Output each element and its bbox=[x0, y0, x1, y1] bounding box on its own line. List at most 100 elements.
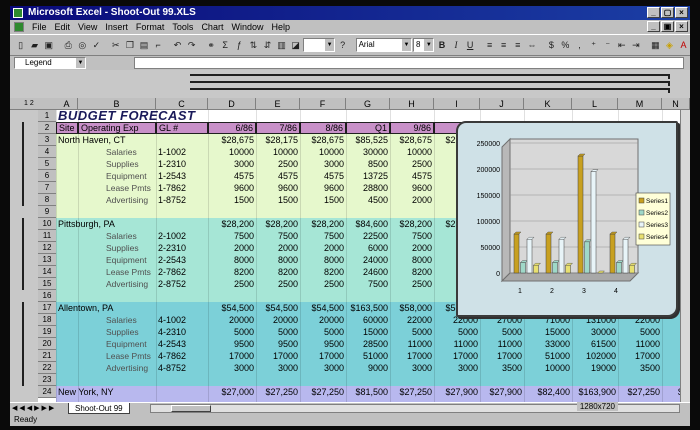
font-size-combo[interactable]: 8 ▼ bbox=[412, 38, 435, 52]
total-cell[interactable]: $54,500 bbox=[208, 302, 256, 314]
autosum-icon[interactable]: Σ bbox=[219, 38, 232, 53]
total-cell[interactable]: $28,200 bbox=[208, 218, 256, 230]
value-cell[interactable]: 60000 bbox=[346, 314, 390, 326]
gl-cell[interactable]: 1-8752 bbox=[156, 194, 208, 206]
column-header[interactable]: F bbox=[300, 98, 346, 110]
spelling-icon[interactable]: ✓ bbox=[90, 38, 103, 53]
column-header[interactable]: K bbox=[524, 98, 572, 110]
column-header[interactable]: A bbox=[56, 98, 78, 110]
decrease-decimal-icon[interactable]: ⁻ bbox=[601, 38, 614, 53]
value-cell[interactable]: 22000 bbox=[390, 314, 434, 326]
expense-label[interactable]: Supplies bbox=[78, 326, 156, 338]
value-cell[interactable]: 17000 bbox=[390, 350, 434, 362]
print-preview-icon[interactable]: ◎ bbox=[76, 38, 89, 53]
align-left-icon[interactable]: ≡ bbox=[483, 38, 496, 53]
expense-label[interactable]: Advertising bbox=[78, 278, 156, 290]
value-cell[interactable]: 8000 bbox=[208, 254, 256, 266]
value-cell[interactable]: 5000 bbox=[256, 326, 300, 338]
font-name-combo[interactable]: Arial ▼ bbox=[355, 38, 412, 52]
gl-cell[interactable]: 1-7862 bbox=[156, 182, 208, 194]
value-cell[interactable]: 10000 bbox=[300, 146, 346, 158]
total-cell[interactable]: $28,175 bbox=[256, 134, 300, 146]
expense-label[interactable]: Supplies bbox=[78, 242, 156, 254]
value-cell[interactable]: 17000 bbox=[434, 350, 480, 362]
menu-insert[interactable]: Insert bbox=[101, 20, 132, 34]
value-cell[interactable]: 8000 bbox=[300, 254, 346, 266]
undo-icon[interactable]: ↶ bbox=[171, 38, 184, 53]
value-cell[interactable]: 15000 bbox=[346, 326, 390, 338]
sheet-nav-arrows[interactable]: ◀◀◀▶▶▶ bbox=[12, 404, 56, 412]
value-cell[interactable]: 20000 bbox=[256, 314, 300, 326]
column-header[interactable]: D bbox=[208, 98, 256, 110]
total-cell[interactable]: $85,525 bbox=[346, 134, 390, 146]
doc-restore-button[interactable]: ▣ bbox=[661, 21, 674, 32]
value-cell[interactable]: 11000 bbox=[390, 338, 434, 350]
doc-minimize-button[interactable]: _ bbox=[647, 21, 660, 32]
header-cell[interactable]: 7/86 bbox=[256, 122, 300, 134]
header-cell[interactable]: 8/86 bbox=[300, 122, 346, 134]
value-cell[interactable]: 13725 bbox=[346, 170, 390, 182]
row-header[interactable]: 22 bbox=[38, 362, 56, 374]
column-header[interactable]: I bbox=[434, 98, 480, 110]
value-cell[interactable]: 9500 bbox=[300, 338, 346, 350]
value-cell[interactable]: 8500 bbox=[346, 158, 390, 170]
total-cell[interactable]: $28,675 bbox=[208, 134, 256, 146]
increase-indent-icon[interactable]: ⇥ bbox=[629, 38, 642, 53]
total-cell[interactable]: $27,900 bbox=[480, 386, 524, 398]
menu-tools[interactable]: Tools bbox=[168, 20, 197, 34]
value-cell[interactable]: 3500 bbox=[480, 362, 524, 374]
formula-input[interactable] bbox=[134, 57, 684, 69]
menu-view[interactable]: View bbox=[74, 20, 101, 34]
format-painter-icon[interactable]: ⌐ bbox=[152, 38, 165, 53]
value-cell[interactable]: 3500 bbox=[618, 362, 662, 374]
row-header[interactable]: 1 bbox=[38, 110, 56, 122]
value-cell[interactable]: 7500 bbox=[208, 230, 256, 242]
header-cell[interactable]: Site bbox=[56, 122, 78, 134]
expense-label[interactable]: Equipment bbox=[78, 338, 156, 350]
row-header[interactable]: 15 bbox=[38, 278, 56, 290]
value-cell[interactable]: 2000 bbox=[390, 242, 434, 254]
column-header[interactable]: N bbox=[662, 98, 690, 110]
value-cell[interactable]: 3000 bbox=[390, 362, 434, 374]
row-header[interactable]: 23 bbox=[38, 374, 56, 386]
expense-label[interactable]: Salaries bbox=[78, 230, 156, 242]
column-header[interactable]: B bbox=[78, 98, 156, 110]
value-cell[interactable]: 17000 bbox=[618, 350, 662, 362]
drawing-icon[interactable]: ◪ bbox=[289, 38, 302, 53]
value-cell[interactable]: 1500 bbox=[300, 194, 346, 206]
total-cell[interactable]: $27,250 bbox=[300, 386, 346, 398]
column-header[interactable]: E bbox=[256, 98, 300, 110]
chart-wizard-icon[interactable]: ▥ bbox=[275, 38, 288, 53]
value-cell[interactable]: 17000 bbox=[480, 350, 524, 362]
percent-icon[interactable]: % bbox=[559, 38, 572, 53]
row-header[interactable]: 13 bbox=[38, 254, 56, 266]
value-cell[interactable]: 8000 bbox=[256, 254, 300, 266]
decrease-indent-icon[interactable]: ⇤ bbox=[615, 38, 628, 53]
value-cell[interactable]: 10000 bbox=[256, 146, 300, 158]
value-cell[interactable]: 10000 bbox=[390, 146, 434, 158]
embedded-chart[interactable]: 0 50000 100000 150000 200000 250000 1 2 3 4 Series… bbox=[456, 121, 678, 317]
gl-cell[interactable]: 2-7862 bbox=[156, 266, 208, 278]
value-cell[interactable]: 5000 bbox=[208, 326, 256, 338]
borders-icon[interactable]: ▦ bbox=[649, 38, 662, 53]
value-cell[interactable]: 7500 bbox=[300, 230, 346, 242]
value-cell[interactable]: 9500 bbox=[208, 338, 256, 350]
value-cell[interactable]: 2500 bbox=[256, 278, 300, 290]
expense-label[interactable]: Salaries bbox=[78, 314, 156, 326]
value-cell[interactable]: 9600 bbox=[256, 182, 300, 194]
sheet-title[interactable]: BUDGET FORECAST bbox=[56, 110, 300, 122]
value-cell[interactable]: 8000 bbox=[390, 254, 434, 266]
value-cell[interactable]: 6000 bbox=[346, 242, 390, 254]
merge-center-icon[interactable]: ⇔ bbox=[525, 38, 538, 53]
value-cell[interactable]: 9500 bbox=[256, 338, 300, 350]
zoom-combo[interactable]: ▼ bbox=[303, 38, 336, 52]
column-header[interactable]: L bbox=[572, 98, 618, 110]
gl-cell[interactable]: 4-8752 bbox=[156, 362, 208, 374]
value-cell[interactable]: 51000 bbox=[524, 350, 572, 362]
value-cell[interactable]: 9600 bbox=[300, 182, 346, 194]
doc-close-button[interactable]: × bbox=[675, 21, 688, 32]
row-header[interactable]: 4 bbox=[38, 146, 56, 158]
value-cell[interactable]: 5000 bbox=[300, 326, 346, 338]
header-cell[interactable]: Operating Exp bbox=[78, 122, 156, 134]
value-cell[interactable]: 2500 bbox=[208, 278, 256, 290]
